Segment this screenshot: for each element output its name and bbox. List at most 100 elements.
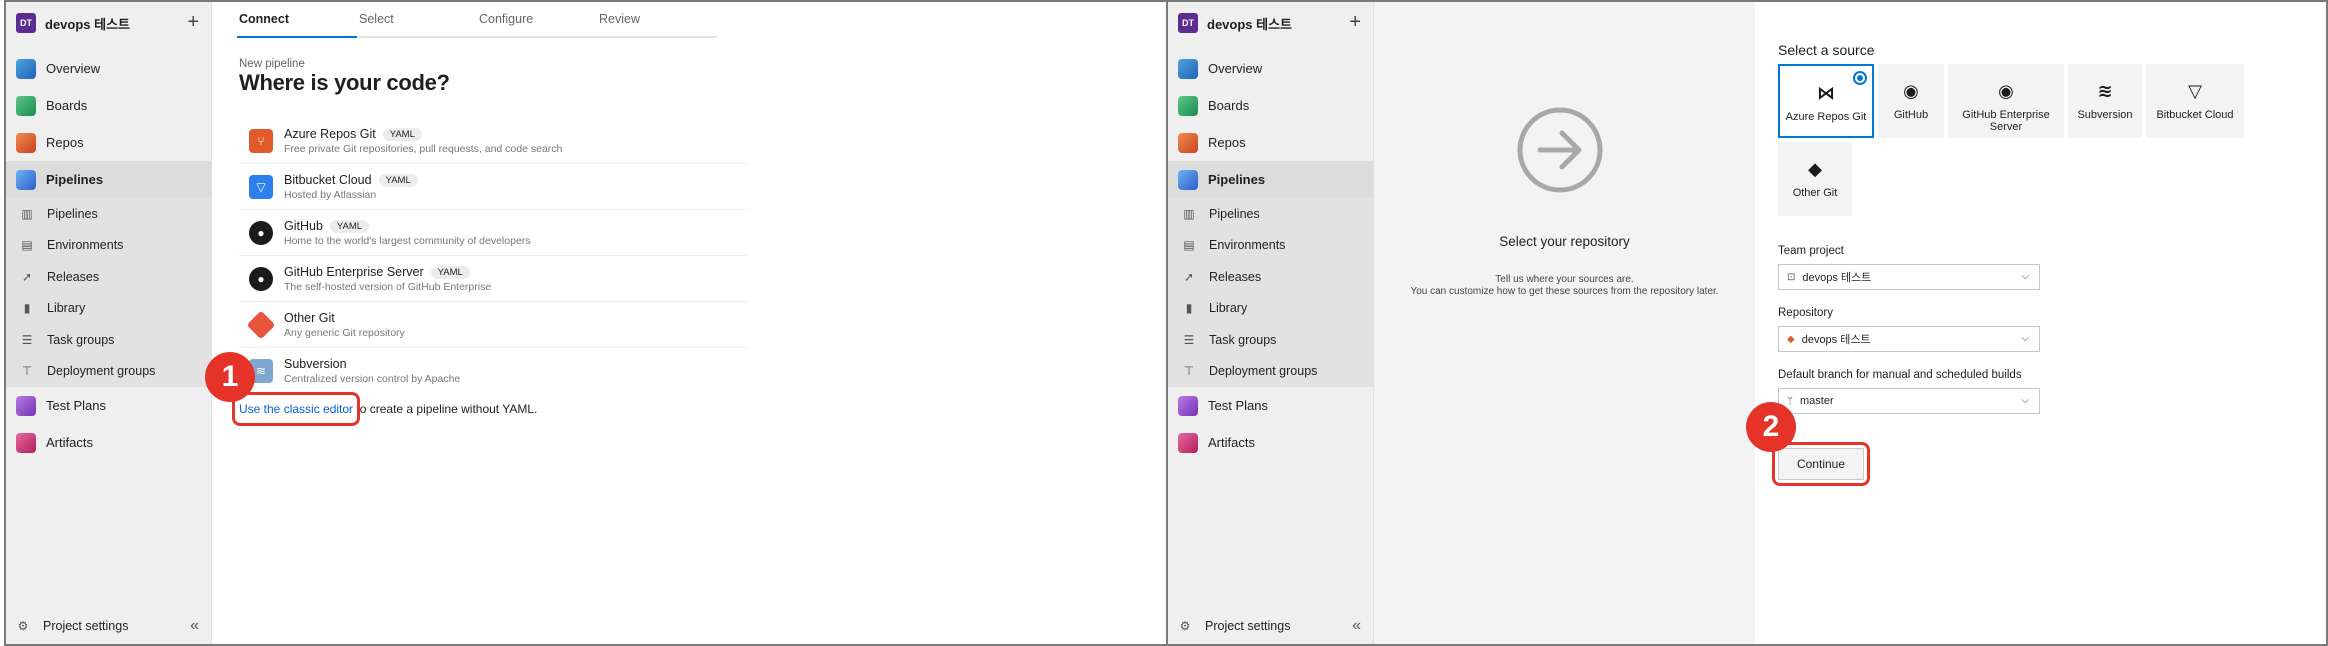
tile-label: Bitbucket Cloud [2156, 109, 2234, 121]
new-pipeline-label: New pipeline [239, 58, 305, 70]
nav-label: Test Plans [46, 398, 106, 413]
boards-icon [16, 95, 36, 116]
nav-pipelines[interactable]: Pipelines [1168, 161, 1373, 198]
tile-label: GitHub Enterprise [1962, 109, 2050, 121]
nav-label: Repos [1208, 135, 1246, 150]
tile-label: Subversion [2077, 109, 2133, 121]
source-name: Subversion [284, 357, 347, 371]
github-icon: ◉ [1903, 81, 1919, 101]
nav-library[interactable]: ▮ Library [6, 292, 211, 324]
pipelines-icon [1178, 169, 1198, 190]
azure-repos-icon: ⑂ [249, 128, 273, 153]
nav-test-plans[interactable]: Test Plans [1168, 387, 1373, 424]
step-configure[interactable]: Configure [477, 2, 597, 38]
step-review[interactable]: Review [597, 2, 717, 38]
bitbucket-icon: ▽ [2188, 81, 2202, 101]
tile-github-enterprise[interactable]: ◉ GitHub Enterprise Server [1948, 64, 2064, 138]
nav-label: Boards [46, 98, 88, 113]
nav-sub-pipelines[interactable]: ▥ Pipelines [6, 198, 211, 230]
tile-subversion[interactable]: ≋ Subversion [2068, 64, 2142, 138]
nav-deployment-groups[interactable]: ⊤ Deployment groups [6, 355, 211, 387]
source-bitbucket[interactable]: ▽ Bitbucket Cloud YAML Hosted by Atlassian [239, 164, 747, 210]
nav-releases[interactable]: ➚ Releases [6, 261, 211, 293]
gear-icon: ⚙ [17, 619, 29, 633]
org-header[interactable]: DT devops 테스트 + [6, 2, 211, 44]
tile-azure-repos-git[interactable]: ⋈ Azure Repos Git [1778, 64, 1874, 138]
plus-icon[interactable]: + [187, 11, 199, 34]
deployment-groups-icon: ⊤ [21, 364, 33, 379]
step-select[interactable]: Select [357, 2, 477, 38]
source-desc: Hosted by Atlassian [284, 188, 377, 201]
source-subversion[interactable]: ≋ Subversion Centralized version control … [239, 348, 747, 394]
collapse-icon[interactable]: « [1352, 617, 1361, 635]
nav-task-groups[interactable]: ☰ Task groups [6, 324, 211, 356]
nav-releases[interactable]: ➚ Releases [1168, 261, 1373, 293]
collapse-icon[interactable]: « [190, 617, 199, 635]
nav-task-groups[interactable]: ☰ Task groups [1168, 324, 1373, 356]
source-name: GitHub Enterprise Server [284, 264, 424, 279]
tile-label: GitHub [1893, 109, 1929, 121]
nav-boards[interactable]: Boards [1168, 87, 1373, 124]
project-settings[interactable]: ⚙ Project settings « [1168, 608, 1373, 644]
branch-label: Default branch for manual and scheduled … [1778, 369, 2022, 381]
plus-icon[interactable]: + [1349, 11, 1361, 34]
nav-environments[interactable]: ▤ Environments [1168, 229, 1373, 261]
classic-editor-rest: to create a pipeline without YAML. [353, 402, 538, 416]
nav-label: Repos [46, 135, 84, 150]
nav-sub-pipelines[interactable]: ▥ Pipelines [1168, 198, 1373, 230]
org-header[interactable]: DT devops 테스트 + [1168, 2, 1373, 44]
tile-github[interactable]: ◉ GitHub [1878, 64, 1944, 138]
nav-library[interactable]: ▮ Library [1168, 292, 1373, 324]
branch-select[interactable]: ᛘ master ⌵ [1778, 388, 2040, 414]
repos-icon [16, 132, 36, 153]
org-avatar: DT [1178, 13, 1198, 33]
repos-icon [1178, 132, 1198, 153]
nav-label: Pipelines [47, 206, 98, 221]
tile-label: Other Git [1792, 187, 1838, 199]
team-project-value: devops 테스트 [1802, 272, 1872, 284]
nav-artifacts[interactable]: Artifacts [1168, 424, 1373, 461]
nav-pipelines[interactable]: Pipelines [6, 161, 211, 198]
nav-boards[interactable]: Boards [6, 87, 211, 124]
repository-select[interactable]: ◆ devops 테스트 ⌵ [1778, 326, 2040, 352]
source-name: GitHub [284, 218, 323, 233]
nav-artifacts[interactable]: Artifacts [6, 424, 211, 461]
nav-label: Releases [1209, 269, 1262, 284]
org-name: devops 테스트 [45, 16, 131, 32]
source-desc: The self-hosted version of GitHub Enterp… [284, 280, 492, 293]
subversion-icon: ≋ [2097, 81, 2113, 101]
nav-overview[interactable]: Overview [1168, 50, 1373, 87]
nav-repos[interactable]: Repos [1168, 124, 1373, 161]
repository-value: devops 테스트 [1801, 334, 1871, 346]
source-github-enterprise[interactable]: ● GitHub Enterprise Server YAML The self-h… [239, 256, 747, 302]
nav-test-plans[interactable]: Test Plans [6, 387, 211, 424]
project-settings[interactable]: ⚙ Project settings « [6, 608, 211, 644]
github-icon: ● [249, 220, 273, 245]
task-groups-icon: ☰ [1183, 332, 1195, 347]
nav-label: Pipelines [1208, 172, 1266, 187]
artifacts-icon [1178, 432, 1198, 453]
left-window: DT devops 테스트 + Overview Boards Repos Pi… [4, 0, 1170, 646]
repo-subtitle-line: Tell us where your sources are. [1495, 274, 1634, 285]
yaml-badge: YAML [378, 173, 418, 187]
nav-environments[interactable]: ▤ Environments [6, 229, 211, 261]
source-name: Bitbucket Cloud [284, 172, 372, 187]
nav-overview[interactable]: Overview [6, 50, 211, 87]
source-azure-repos[interactable]: ⑂ Azure Repos Git YAML Free private Git re… [239, 118, 747, 164]
nav-repos[interactable]: Repos [6, 124, 211, 161]
pipelines-sub-icon: ▥ [1183, 206, 1195, 221]
callout-highlight-1 [232, 392, 360, 426]
tile-other-git[interactable]: ◆ Other Git [1778, 142, 1852, 216]
source-other-git[interactable]: Other Git Any generic Git repository [239, 302, 747, 348]
tile-bitbucket-cloud[interactable]: ▽ Bitbucket Cloud [2146, 64, 2244, 138]
artifacts-icon [16, 432, 36, 453]
step-connect[interactable]: Connect [237, 2, 357, 38]
nav-deployment-groups[interactable]: ⊤ Deployment groups [1168, 355, 1373, 387]
source-desc: Free private Git repositories, pull requ… [284, 142, 563, 155]
gear-icon: ⚙ [1179, 619, 1191, 633]
environments-icon: ▤ [1183, 238, 1195, 253]
source-github[interactable]: ● GitHub YAML Home to the world's largest … [239, 210, 747, 256]
team-project-select[interactable]: ⊡ devops 테스트 ⌵ [1778, 264, 2040, 290]
sidebar: DT devops 테스트 + Overview Boards Repos Pi… [1168, 2, 1374, 644]
chevron-down-icon: ⌵ [2021, 333, 2029, 344]
